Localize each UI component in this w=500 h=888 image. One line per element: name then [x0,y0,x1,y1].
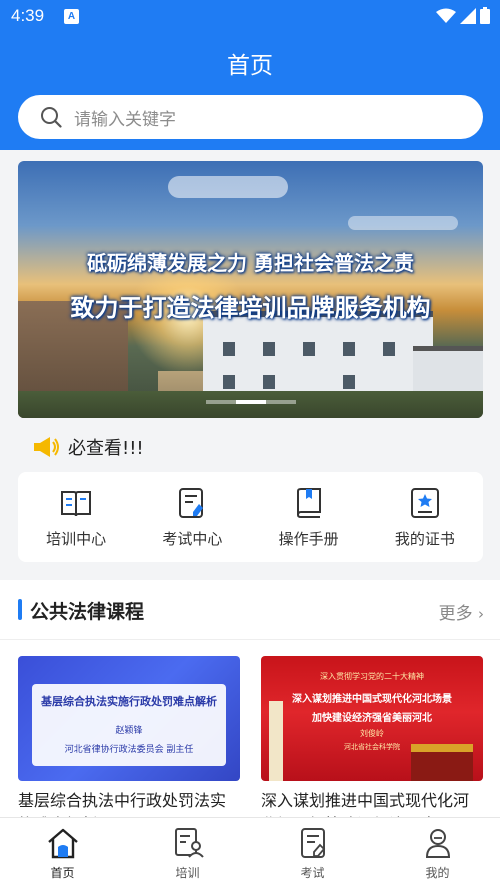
banner-window [263,375,275,389]
notification-icon: A [64,9,79,24]
more-link[interactable]: 更多 › [439,599,484,624]
banner-house [203,311,433,401]
notice-bar[interactable]: 必查看!!! [32,434,144,460]
banner-window [263,342,275,356]
carousel-dot [266,400,296,404]
exam-paper-icon [179,488,204,518]
quick-link-label: 考试中心 [162,530,223,548]
banner-cloud [348,216,458,230]
app-header: 4:39 A 首页 请输入关键字 [0,0,500,150]
megaphone-icon [34,437,59,457]
thumbnail-speaker: 刘俊岭 [360,729,384,738]
thumbnail-title-1: 深入谋划推进中国式现代化河北场景 [292,694,452,705]
status-time: 4:39 [11,6,45,25]
carousel-dot [206,400,236,404]
carousel-indicator [206,400,296,404]
thumbnail-speaker: 赵颖锋 [115,726,143,736]
banner-slogan-1: 砥砺绵薄发展之力 勇担社会普法之责 [87,251,414,275]
banner-cloud [168,176,288,198]
status-bar: 4:39 A [0,0,500,34]
thumbnail-org: 河北省社会科学院 [344,743,400,751]
page-title: 首页 [227,53,273,79]
home-icon [47,828,78,859]
signal-icon [460,7,476,24]
banner-window [343,342,355,356]
course-card[interactable]: 基层综合执法实施行政处罚难点解析 赵颖锋 河北省律协行政法委员会 副主任 基层综… [18,656,240,823]
quick-link-training-center[interactable]: 培训中心 [18,472,134,562]
profile-icon [425,829,450,858]
tab-label: 考试 [300,866,325,880]
training-icon [174,828,204,858]
wifi-icon [436,8,456,23]
quick-link-exam-center[interactable]: 考试中心 [134,472,250,562]
status-indicators [436,7,490,24]
quick-link-label: 培训中心 [46,530,107,548]
carousel-dot-active [236,400,266,404]
certificate-icon [410,488,439,518]
quick-link-certificate[interactable]: 我的证书 [367,472,483,562]
book-open-icon [61,491,92,517]
banner-slogan-2: 致力于打造法律培训品牌服务机构 [70,294,431,322]
banner-window [383,342,395,356]
course-thumbnail: 深入贯彻学习党的二十大精神 深入谋划推进中国式现代化河北场景 加快建设经济强省美… [261,656,483,781]
course-card[interactable]: 深入贯彻学习党的二十大精神 深入谋划推进中国式现代化河北场景 加快建设经济强省美… [261,656,483,823]
search-icon [41,107,62,128]
notice-text: 必查看!!! [68,438,144,459]
more-link-label: 更多 [438,604,473,624]
exam-icon [300,828,325,858]
quick-link-manual[interactable]: 操作手册 [251,472,367,562]
manual-icon [296,488,321,518]
thumbnail-org: 河北省律协行政法委员会 副主任 [64,745,194,755]
tab-exam[interactable]: 考试 [250,818,375,888]
tab-training[interactable]: 培训 [125,818,250,888]
section-title: 公共法律课程 [30,601,145,623]
tab-label: 首页 [50,866,75,880]
tab-home[interactable]: 首页 [0,818,125,888]
tab-label: 培训 [175,866,200,880]
search-placeholder: 请输入关键字 [74,109,176,130]
battery-icon [480,7,490,24]
section-header: 公共法律课程 更多 › [0,580,500,640]
quick-link-label: 操作手册 [278,530,339,548]
banner-carousel[interactable]: 砥砺绵薄发展之力 勇担社会普法之责 致力于打造法律培训品牌服务机构 [18,161,483,418]
quick-links: 培训中心 考试中心 操作手册 我的证书 [18,472,483,562]
tab-profile[interactable]: 我的 [375,818,500,888]
section-accent-bar [18,599,22,620]
search-input[interactable]: 请输入关键字 [18,95,483,139]
thumbnail-title: 基层综合执法实施行政处罚难点解析 [41,695,217,708]
chevron-right-icon: › [478,605,484,623]
banner-window [223,375,235,389]
banner-window [343,375,355,389]
course-thumbnail: 基层综合执法实施行政处罚难点解析 赵颖锋 河北省律协行政法委员会 副主任 [18,656,240,781]
quick-link-label: 我的证书 [394,530,455,548]
banner-window [303,342,315,356]
thumbnail-title-2: 加快建设经济强省美丽河北 [312,713,432,724]
banner-window [223,342,235,356]
thumbnail-top: 深入贯彻学习党的二十大精神 [320,672,424,681]
bottom-tab-bar: 首页 培训 考试 我的 [0,817,500,888]
banner-ground [18,391,483,418]
tab-label: 我的 [425,866,450,880]
